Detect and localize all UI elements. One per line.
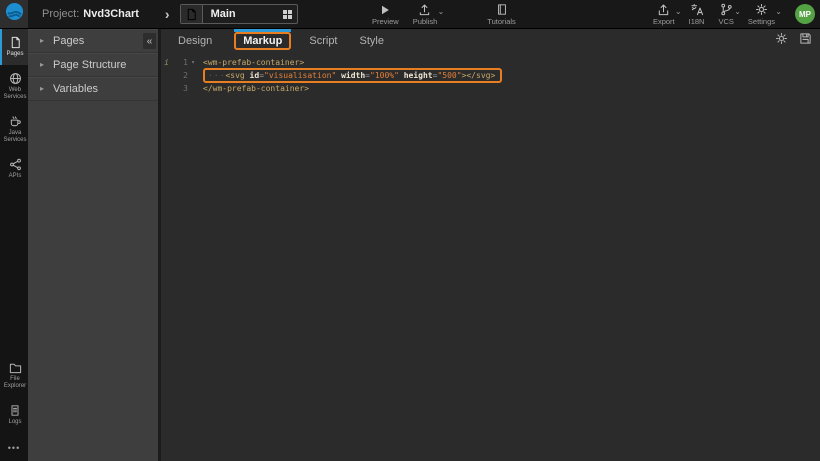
- wavemaker-logo-icon: [5, 2, 24, 26]
- code-line-highlighted[interactable]: 2 ···<svg id="visualisation" width="100%…: [161, 68, 820, 83]
- panel-item-label: Pages: [53, 35, 84, 47]
- rail-item-label: File Explorer: [2, 376, 28, 390]
- settings-button[interactable]: Settings ⌄: [748, 3, 775, 26]
- export-label: Export: [653, 17, 675, 26]
- page-file-icon: [181, 5, 203, 23]
- code-line[interactable]: i 1 ▾ <wm-prefab-container>: [161, 57, 820, 68]
- gutter[interactable]: 3: [161, 84, 198, 93]
- settings-label: Settings: [748, 17, 775, 26]
- tutorials-label: Tutorials: [487, 17, 515, 26]
- page-tab-label: Main: [211, 8, 283, 20]
- tutorials-button[interactable]: Tutorials: [487, 3, 515, 26]
- i18n-button[interactable]: I18N: [689, 3, 705, 26]
- gutter[interactable]: i 1 ▾: [161, 58, 198, 67]
- globe-icon: [9, 71, 22, 85]
- wavemaker-studio: Project: Nvd3Chart › Main Preview Publish: [0, 0, 820, 461]
- publish-label: Publish: [413, 17, 438, 26]
- tab-markup[interactable]: Markup: [234, 32, 291, 50]
- indent-dots: ···: [208, 71, 225, 80]
- more-options-ellipsis-icon[interactable]: •••: [0, 433, 28, 461]
- vcs-branch-icon: [720, 3, 733, 16]
- preview-button[interactable]: Preview: [372, 3, 399, 26]
- export-icon: [657, 3, 670, 16]
- chevron-right-icon[interactable]: ›: [165, 6, 170, 22]
- coffee-cup-icon: [9, 114, 22, 128]
- panel-item-page-structure[interactable]: ▸ Page Structure: [28, 53, 158, 77]
- play-icon: [379, 3, 391, 16]
- chevron-down-icon: ⌄: [438, 8, 445, 16]
- rail-item-label: Java Services: [2, 130, 28, 144]
- top-bar: Project: Nvd3Chart › Main Preview Publish: [0, 0, 820, 29]
- rail-item-apis[interactable]: APIs: [0, 151, 28, 187]
- api-nodes-icon: [9, 157, 22, 171]
- publish-button[interactable]: Publish ⌄: [413, 3, 438, 26]
- left-panel: ▸ Pages ▸ Page Structure ▸ Variables «: [28, 29, 158, 461]
- fold-arrow-icon[interactable]: ▾: [188, 59, 198, 66]
- chevron-down-icon: ⌄: [775, 8, 782, 16]
- rail-item-pages[interactable]: Pages: [0, 29, 28, 65]
- app-logo[interactable]: [0, 0, 28, 28]
- tab-design[interactable]: Design: [178, 35, 212, 47]
- code-text[interactable]: </wm-prefab-container>: [203, 84, 309, 93]
- i18n-label: I18N: [689, 17, 705, 26]
- project-name: Nvd3Chart: [83, 8, 139, 20]
- tab-script[interactable]: Script: [309, 35, 337, 47]
- line-number: 2: [172, 71, 188, 80]
- expand-arrow-icon: ▸: [40, 36, 44, 45]
- folder-icon: [9, 360, 22, 374]
- logs-file-icon: [9, 403, 21, 417]
- rail-item-file-explorer[interactable]: File Explorer: [0, 354, 28, 397]
- rail-spacer: [0, 187, 28, 354]
- expand-arrow-icon: ▸: [40, 60, 44, 69]
- code-editor[interactable]: i 1 ▾ <wm-prefab-container> 2 ···<svg id…: [161, 53, 820, 461]
- project-label: Project:: [42, 8, 79, 20]
- grid-view-icon[interactable]: [283, 10, 292, 19]
- publish-upload-icon: [418, 3, 431, 16]
- editor-area: Design Markup Script Style i: [158, 29, 820, 461]
- chevron-down-icon: ⌄: [734, 8, 741, 16]
- topbar-right-actions: Export ⌄ I18N VCS ⌄ Settings: [653, 3, 820, 26]
- rail-item-web-services[interactable]: Web Services: [0, 65, 28, 108]
- vcs-label: VCS: [718, 17, 733, 26]
- user-avatar[interactable]: MP: [795, 4, 815, 24]
- code-text[interactable]: <wm-prefab-container>: [203, 58, 304, 67]
- preview-label: Preview: [372, 17, 399, 26]
- page-tab-main[interactable]: Main: [180, 4, 298, 24]
- code-text[interactable]: ···<svg id="visualisation" width="100%" …: [203, 68, 502, 83]
- rail-item-logs[interactable]: Logs: [0, 397, 28, 433]
- rail-item-label: Logs: [8, 419, 21, 426]
- code-line[interactable]: 3 </wm-prefab-container>: [161, 83, 820, 94]
- chevron-down-icon: ⌄: [675, 8, 682, 16]
- settings-gear-icon: [755, 3, 768, 16]
- i18n-translate-icon: [690, 3, 704, 16]
- topbar-center-actions: Preview Publish ⌄ Tutorials: [372, 0, 530, 28]
- info-annotation-icon: i: [161, 58, 172, 67]
- editor-settings-gear-icon[interactable]: [775, 32, 788, 50]
- panel-item-variables[interactable]: ▸ Variables: [28, 77, 158, 101]
- editor-tab-bar: Design Markup Script Style: [161, 29, 820, 53]
- expand-arrow-icon: ▸: [40, 84, 44, 93]
- panel-item-label: Page Structure: [53, 59, 126, 71]
- annotation-highlight-box: ···<svg id="visualisation" width="100%" …: [203, 68, 502, 83]
- panel-item-pages[interactable]: ▸ Pages: [28, 29, 158, 53]
- main-area: Pages Web Services Java Services APIs: [0, 29, 820, 461]
- line-number: 1: [172, 58, 188, 67]
- rail-item-label: Web Services: [2, 87, 28, 101]
- tab-style[interactable]: Style: [360, 35, 384, 47]
- collapse-panel-button[interactable]: «: [143, 33, 156, 49]
- vcs-button[interactable]: VCS ⌄: [718, 3, 733, 26]
- pages-icon: [9, 35, 22, 49]
- gutter[interactable]: 2: [161, 71, 198, 80]
- activity-rail: Pages Web Services Java Services APIs: [0, 29, 28, 461]
- editor-toolbar-icons: [775, 32, 820, 50]
- rail-item-label: Pages: [6, 51, 23, 58]
- tutorials-book-icon: [496, 3, 508, 16]
- export-button[interactable]: Export ⌄: [653, 3, 675, 26]
- save-icon[interactable]: [799, 32, 812, 50]
- rail-item-java-services[interactable]: Java Services: [0, 108, 28, 151]
- rail-item-label: APIs: [9, 173, 22, 180]
- line-number: 3: [172, 84, 188, 93]
- panel-item-label: Variables: [53, 83, 98, 95]
- project-title: Project: Nvd3Chart: [42, 8, 139, 20]
